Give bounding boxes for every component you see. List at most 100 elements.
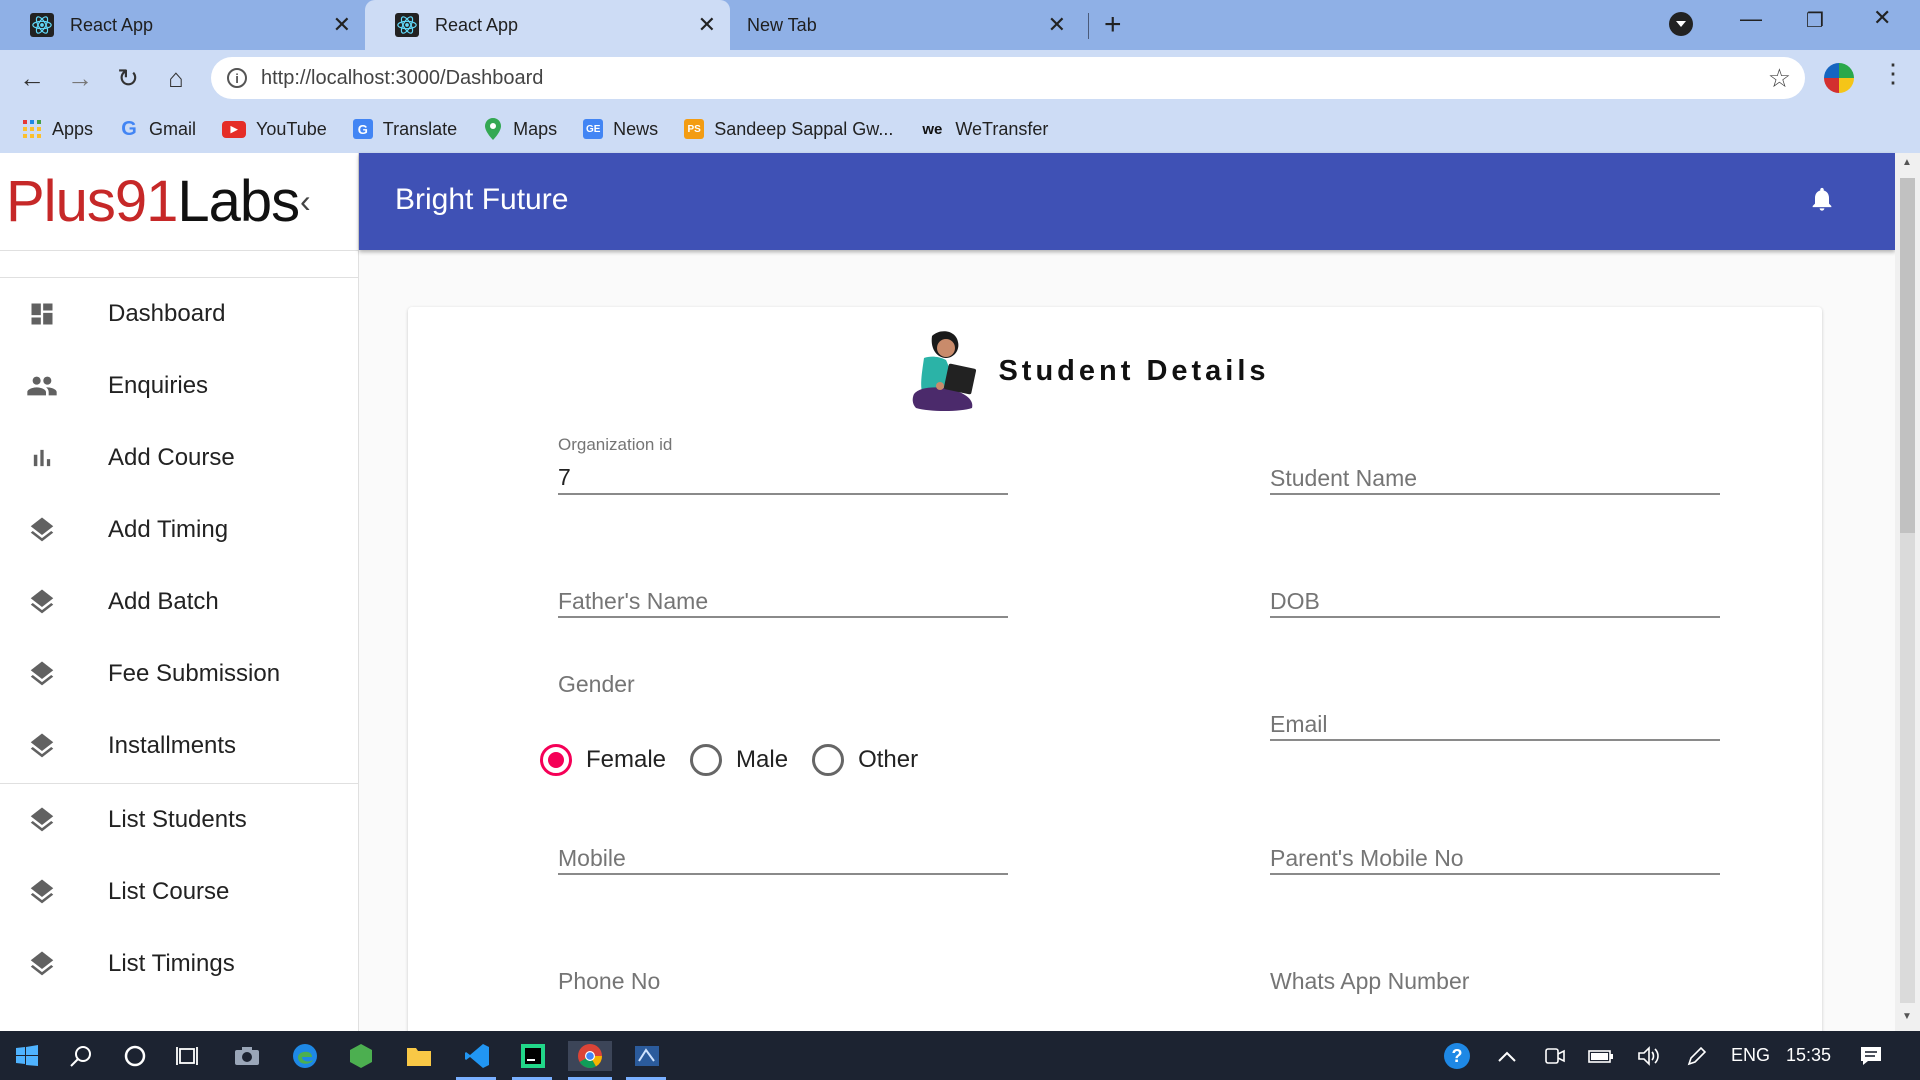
bookmark-gmail[interactable]: G Gmail [119,118,196,140]
bookmark-star-icon[interactable]: ☆ [1768,63,1791,94]
field-label: Organization id [558,435,673,454]
camera-app-icon[interactable] [232,1041,262,1071]
sidebar-item-list-students[interactable]: List Students [0,784,358,856]
bookmark-apps[interactable]: Apps [22,119,93,140]
gender-option-other[interactable]: Other [812,744,918,776]
browser-tab[interactable]: React App ✕ [0,0,365,50]
edge-icon[interactable] [290,1041,320,1071]
layers-icon [26,730,58,762]
reload-icon[interactable]: ↻ [112,62,144,94]
home-icon[interactable]: ⌂ [160,62,192,94]
browser-tab-active[interactable]: React App ✕ [365,0,730,50]
sidebar-item-add-batch[interactable]: Add Batch [0,566,358,638]
close-icon[interactable]: ✕ [698,12,716,38]
close-icon[interactable]: ✕ [333,12,351,38]
app-bar: Bright Future [359,153,1895,250]
search-icon[interactable] [66,1041,96,1071]
remote-app-icon[interactable] [632,1041,662,1071]
pen-icon[interactable] [1682,1041,1712,1071]
window-close-icon[interactable]: ✕ [1873,5,1891,31]
sidebar-item-add-course[interactable]: Add Course [0,422,358,494]
chrome-icon[interactable] [568,1041,612,1071]
profile-avatar[interactable] [1824,63,1854,93]
sidebar-item-list-timings[interactable]: List Timings [0,928,358,1000]
chevron-left-icon[interactable]: ‹ [300,183,311,220]
chevron-up-icon[interactable] [1492,1041,1522,1071]
file-explorer-icon[interactable] [404,1041,434,1071]
notifications-icon[interactable] [1856,1041,1886,1071]
bookmarks-bar: Apps G Gmail ▶ YouTube G Translate Maps … [0,105,1920,153]
mobile-field[interactable]: Mobile [558,815,1008,875]
pycharm-icon[interactable] [518,1041,548,1071]
field-label: Mobile [558,845,626,871]
radio-unchecked[interactable] [812,744,845,776]
radio-checked[interactable] [540,744,572,776]
browser-tab[interactable]: New Tab ✕ [730,0,1080,50]
clock[interactable]: 15:35 [1786,1045,1831,1066]
tab-search-icon[interactable] [1669,12,1693,36]
windows-start-icon[interactable] [12,1041,42,1071]
meet-now-icon[interactable] [1540,1041,1570,1071]
layers-icon [26,876,58,908]
field-value: 7 [558,464,571,490]
sidebar-item-list-course[interactable]: List Course [0,856,358,928]
sidebar-item-enquiries[interactable]: Enquiries [0,350,358,422]
bookmark-news[interactable]: GE News [583,119,658,140]
vscode-icon[interactable] [462,1041,492,1071]
bookmark-translate[interactable]: G Translate [352,118,458,140]
fathers-name-field[interactable]: Father's Name [558,558,1008,618]
student-name-field[interactable]: Student Name [1270,435,1720,495]
new-tab-icon[interactable]: + [1104,8,1122,42]
forward-arrow-icon[interactable]: → [64,62,96,94]
sidebar-item-dashboard[interactable]: Dashboard [0,278,358,350]
battery-icon[interactable] [1586,1041,1616,1071]
gender-option-male[interactable]: Male [690,744,788,776]
card-header: Student Details [408,321,1822,421]
bookmark-youtube[interactable]: ▶ YouTube [222,119,327,140]
notification-bell-icon[interactable] [1808,183,1836,220]
info-icon[interactable]: i [227,68,247,88]
email-field[interactable]: Email [1270,681,1720,741]
bar-chart-icon [26,442,58,474]
gender-option-female[interactable]: Female [540,744,666,776]
react-icon [395,13,419,37]
bookmark-label: Maps [513,118,558,139]
bookmark-label: YouTube [256,118,327,139]
wetransfer-icon: we [922,120,943,138]
help-icon[interactable]: ? [1442,1041,1472,1071]
task-view-icon[interactable] [172,1041,202,1071]
sidebar-item-label: List Students [108,806,247,833]
radio-label: Other [858,746,919,773]
address-bar[interactable]: i http://localhost:3000/Dashboard ☆ [211,57,1805,99]
radio-unchecked[interactable] [690,744,723,776]
more-options-icon[interactable]: ⋮ [1880,58,1906,89]
sidebar-item-add-timing[interactable]: Add Timing [0,494,358,566]
page-scrollbar[interactable]: ▲ ▼ [1895,153,1920,1031]
organization-id-field[interactable]: Organization id 7 [558,435,1008,495]
bookmark-maps[interactable]: Maps [483,118,558,140]
phone-field[interactable]: Phone No [558,938,1008,998]
bookmark-label: Translate [382,118,458,139]
scroll-up-icon[interactable]: ▲ [1902,157,1912,168]
volume-icon[interactable] [1634,1041,1664,1071]
field-label: Student Name [1270,465,1418,491]
restore-icon[interactable]: ❐ [1806,8,1824,33]
sidebar-item-fee-submission[interactable]: Fee Submission [0,638,358,710]
minimize-icon[interactable]: — [1740,6,1762,32]
back-arrow-icon[interactable]: ← [16,62,48,94]
parents-mobile-field[interactable]: Parent's Mobile No [1270,815,1720,875]
bookmark-sandeep[interactable]: PS Sandeep Sappal Gw... [684,119,893,140]
sidebar-item-label: Dashboard [108,300,226,327]
close-icon[interactable]: ✕ [1048,12,1066,38]
whatsapp-field[interactable]: Whats App Number [1270,938,1720,998]
bookmark-label: WeTransfer [955,118,1049,139]
scrollbar-thumb[interactable] [1900,178,1915,533]
dob-field[interactable]: DOB [1270,558,1720,618]
cortana-icon[interactable] [120,1041,150,1071]
bookmark-wetransfer[interactable]: we WeTransfer [919,119,1048,140]
scroll-down-icon[interactable]: ▼ [1902,1011,1912,1022]
dashboard-icon [26,298,58,330]
shield-app-icon[interactable] [346,1041,376,1071]
language-indicator[interactable]: ENG [1731,1045,1770,1066]
sidebar-item-installments[interactable]: Installments [0,710,358,782]
